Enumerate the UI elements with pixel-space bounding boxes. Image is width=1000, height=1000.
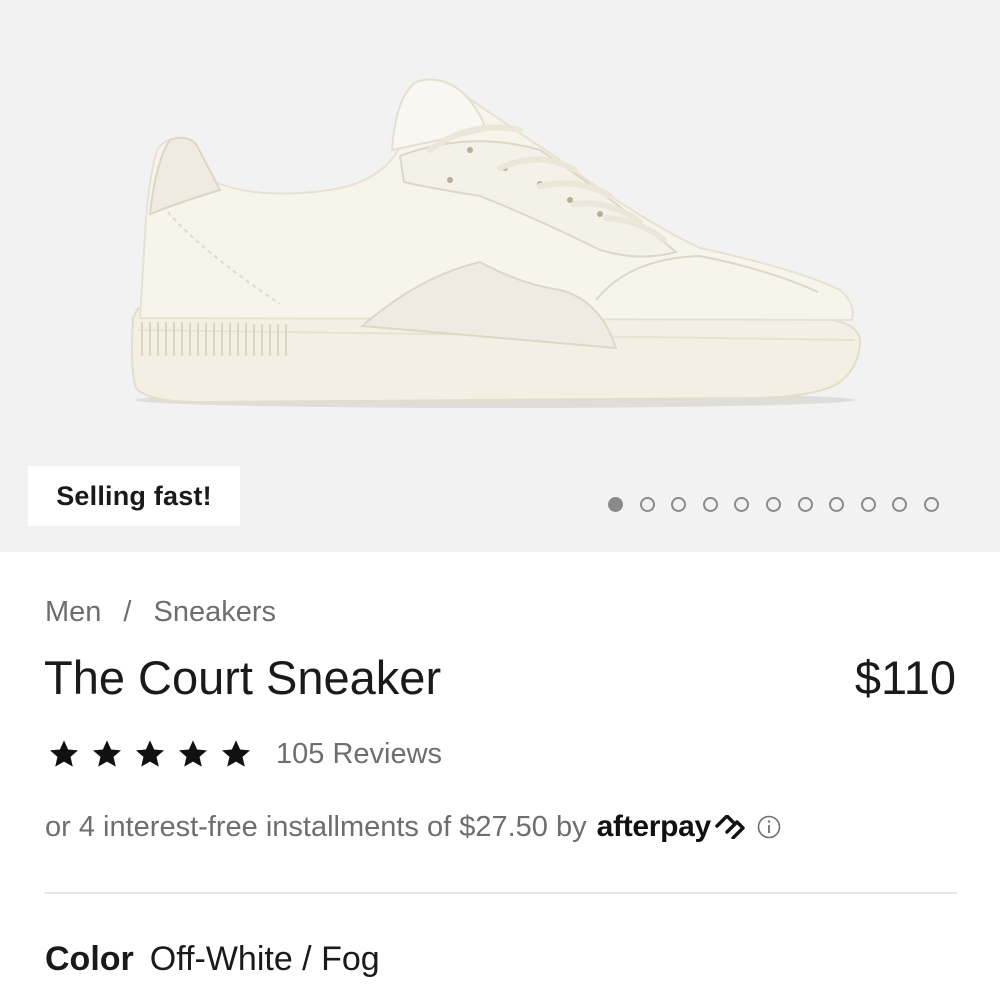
selling-fast-badge: Selling fast! (28, 466, 240, 526)
product-title: The Court Sneaker (44, 651, 442, 704)
carousel-dot[interactable] (608, 496, 623, 512)
color-value: Off-White / Fog (149, 940, 380, 978)
breadcrumb-link-men[interactable]: Men (45, 596, 101, 629)
star-icon (179, 740, 207, 767)
star-icon (222, 740, 250, 767)
carousel-dot[interactable] (829, 496, 845, 512)
afterpay-logo: afterpay (596, 810, 712, 843)
carousel-dot[interactable] (923, 496, 939, 512)
info-icon[interactable] (757, 815, 781, 839)
installments-text: or 4 interest-free installments of $27.5… (45, 810, 587, 843)
carousel-dot[interactable] (702, 496, 718, 512)
star-icon (50, 740, 78, 767)
color-selector-heading: Color Off-White / Fog (45, 940, 380, 979)
section-divider (44, 892, 957, 894)
carousel-dot[interactable] (671, 496, 687, 512)
reviews-link[interactable]: 105 Reviews (276, 738, 442, 771)
product-price: $110 (854, 651, 956, 704)
carousel-dot[interactable] (734, 496, 750, 512)
carousel-dot[interactable] (892, 496, 908, 512)
color-label: Color (45, 940, 134, 978)
product-image-gallery[interactable]: Selling fast! (0, 0, 1000, 552)
rating-summary[interactable]: 105 Reviews (48, 734, 442, 774)
star-icon (93, 740, 121, 767)
badge-label: Selling fast! (56, 480, 212, 511)
carousel-dots[interactable] (608, 494, 956, 514)
carousel-dot[interactable] (639, 496, 655, 512)
breadcrumb-separator: / (123, 596, 132, 628)
carousel-dot[interactable] (765, 496, 781, 512)
breadcrumb-link-sneakers[interactable]: Sneakers (153, 596, 276, 629)
carousel-dot[interactable] (797, 496, 813, 512)
star-rating (48, 738, 263, 770)
installments-message: or 4 interest-free installments of $27.5… (45, 810, 781, 844)
star-icon (136, 740, 164, 767)
breadcrumb: Men / Sneakers (45, 596, 276, 629)
afterpay-loop-icon (715, 815, 745, 839)
carousel-dot[interactable] (860, 496, 876, 512)
